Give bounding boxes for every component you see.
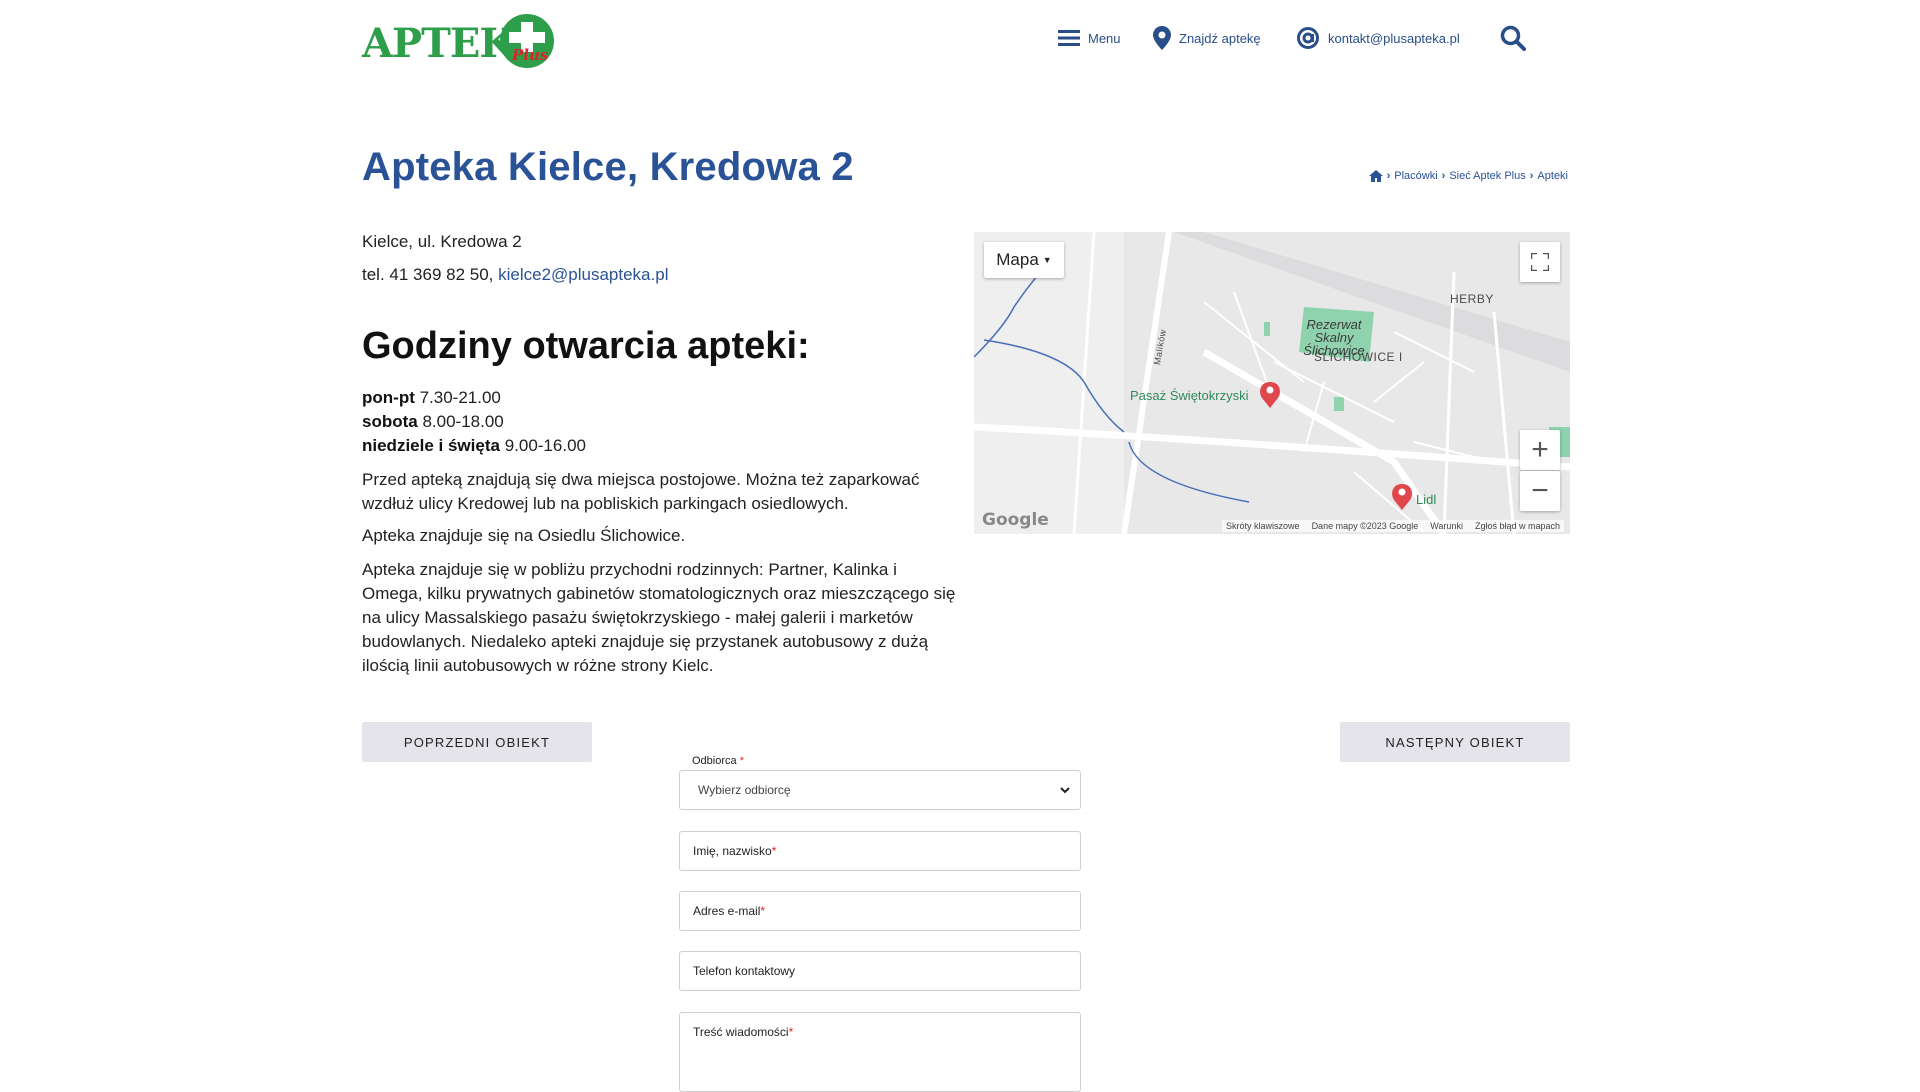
opening-hours: pon-pt 7.30-21.00 sobota 8.00-18.00 nied… [362, 386, 586, 458]
hours-row: niedziele i święta 9.00-16.00 [362, 434, 586, 458]
google-map[interactable]: Mapa ▼ + − HERBY ŚLICHOWICE I Rezerwat S… [974, 232, 1570, 534]
breadcrumb-chevron-icon: › [1386, 170, 1391, 182]
name-input[interactable]: Imię, nazwisko* [679, 831, 1081, 871]
email-input-placeholder: Adres e-mail* [693, 904, 766, 918]
hours-row: pon-pt 7.30-21.00 [362, 386, 586, 410]
description-location: Apteka znajduje się na Osiedlu Ślichowic… [362, 526, 686, 545]
recipient-select[interactable]: Wybierz odbiorcę [679, 770, 1081, 810]
find-pharmacy-link[interactable]: Znajdź aptekę [1153, 24, 1261, 52]
message-textarea[interactable]: Treść wiadomości* [679, 1012, 1081, 1092]
breadcrumb-chevron-icon: › [1529, 170, 1534, 182]
breadcrumb-item-placowki[interactable]: Placówki [1394, 170, 1437, 182]
menu-label: Menu [1088, 30, 1121, 46]
map-footer-shortcuts[interactable]: Skróty klawiszowe [1226, 521, 1300, 531]
menu-button[interactable]: Menu [1058, 24, 1121, 52]
at-sign-icon [1297, 27, 1319, 49]
map-poi-pasaz[interactable]: Pasaż Świętokrzyski [1130, 388, 1248, 403]
contact-email-link[interactable]: kontakt@plusapteka.pl [1296, 24, 1460, 52]
next-object-button[interactable]: NASTĘPNY OBIEKT [1340, 722, 1570, 762]
map-footer-terms[interactable]: Warunki [1430, 521, 1463, 531]
pharmacy-email-link[interactable]: kielce2@plusapteka.pl [498, 265, 668, 284]
name-input-placeholder: Imię, nazwisko* [693, 844, 777, 858]
find-pharmacy-label: Znajdź aptekę [1179, 30, 1261, 46]
search-button[interactable] [1500, 24, 1526, 52]
hours-heading: Godziny otwarcia apteki: [362, 325, 810, 367]
required-mark: * [739, 755, 744, 767]
map-type-label: Mapa [996, 250, 1039, 269]
chevron-down-icon [1060, 786, 1070, 793]
map-type-button[interactable]: Mapa ▼ [984, 242, 1064, 278]
hours-time: 8.00-18.00 [422, 412, 504, 431]
map-pin-icon [1153, 26, 1171, 50]
google-logo[interactable]: Google [982, 510, 1049, 530]
zoom-out-button[interactable]: − [1520, 471, 1560, 511]
hamburger-icon [1058, 30, 1080, 46]
hours-day: sobota [362, 412, 418, 431]
hours-row: sobota 8.00-18.00 [362, 410, 586, 434]
search-icon [1500, 25, 1526, 51]
email-input[interactable]: Adres e-mail* [679, 891, 1081, 931]
logo[interactable]: APTEKA Plus [362, 14, 557, 70]
description-nearby: Apteka znajduje się w pobliżu przychodni… [362, 560, 956, 675]
hours-day: niedziele i święta [362, 436, 500, 455]
phone-input[interactable]: Telefon kontaktowy [679, 951, 1081, 991]
minus-icon: − [1531, 474, 1549, 507]
pharmacy-phone: tel. 41 369 82 50, [362, 265, 499, 284]
recipient-label-text: Odbiorca [692, 755, 737, 767]
map-label-rezerwat[interactable]: Rezerwat Skalny Ślichowice [1294, 318, 1374, 357]
phone-input-placeholder: Telefon kontaktowy [693, 964, 796, 978]
recipient-label: Odbiorca * [692, 755, 744, 767]
hours-day: pon-pt [362, 388, 415, 407]
fullscreen-icon [1531, 253, 1549, 271]
breadcrumb: › Placówki › Sieć Aptek Plus › Apteki [1368, 170, 1568, 182]
map-footer: Skróty klawiszowe Dane mapy ©2023 Google… [1222, 520, 1564, 532]
breadcrumb-item-apteki[interactable]: Apteki [1537, 170, 1568, 182]
description-parking: Przed apteką znajdują się dwa miejsca po… [362, 470, 920, 513]
contact-email-label: kontakt@plusapteka.pl [1328, 30, 1460, 46]
pharmacy-contact: tel. 41 369 82 50, kielce2@plusapteka.pl [362, 265, 668, 285]
map-footer-report[interactable]: Zgłoś błąd w mapach [1475, 521, 1560, 531]
pharmacy-address: Kielce, ul. Kredowa 2 [362, 232, 522, 251]
map-label-herby: HERBY [1450, 292, 1494, 306]
breadcrumb-item-siec[interactable]: Sieć Aptek Plus [1449, 170, 1525, 182]
home-icon[interactable] [1368, 170, 1383, 182]
breadcrumb-chevron-icon: › [1441, 170, 1446, 182]
page-title: Apteka Kielce, Kredowa 2 [362, 145, 854, 189]
plus-icon: + [1531, 433, 1549, 466]
map-footer-data: Dane mapy ©2023 Google [1311, 521, 1419, 531]
hours-time: 7.30-21.00 [419, 388, 501, 407]
recipient-select-value: Wybierz odbiorcę [698, 783, 791, 797]
hours-time: 9.00-16.00 [504, 436, 586, 455]
caret-down-icon: ▼ [1042, 255, 1052, 265]
message-textarea-placeholder: Treść wiadomości* [693, 1025, 794, 1039]
zoom-in-button[interactable]: + [1520, 430, 1560, 470]
map-poi-lidl[interactable]: Lidl [1416, 492, 1436, 507]
previous-object-button[interactable]: POPRZEDNI OBIEKT [362, 722, 592, 762]
logo-plus-text: Plus [512, 46, 549, 64]
fullscreen-button[interactable] [1520, 242, 1560, 282]
